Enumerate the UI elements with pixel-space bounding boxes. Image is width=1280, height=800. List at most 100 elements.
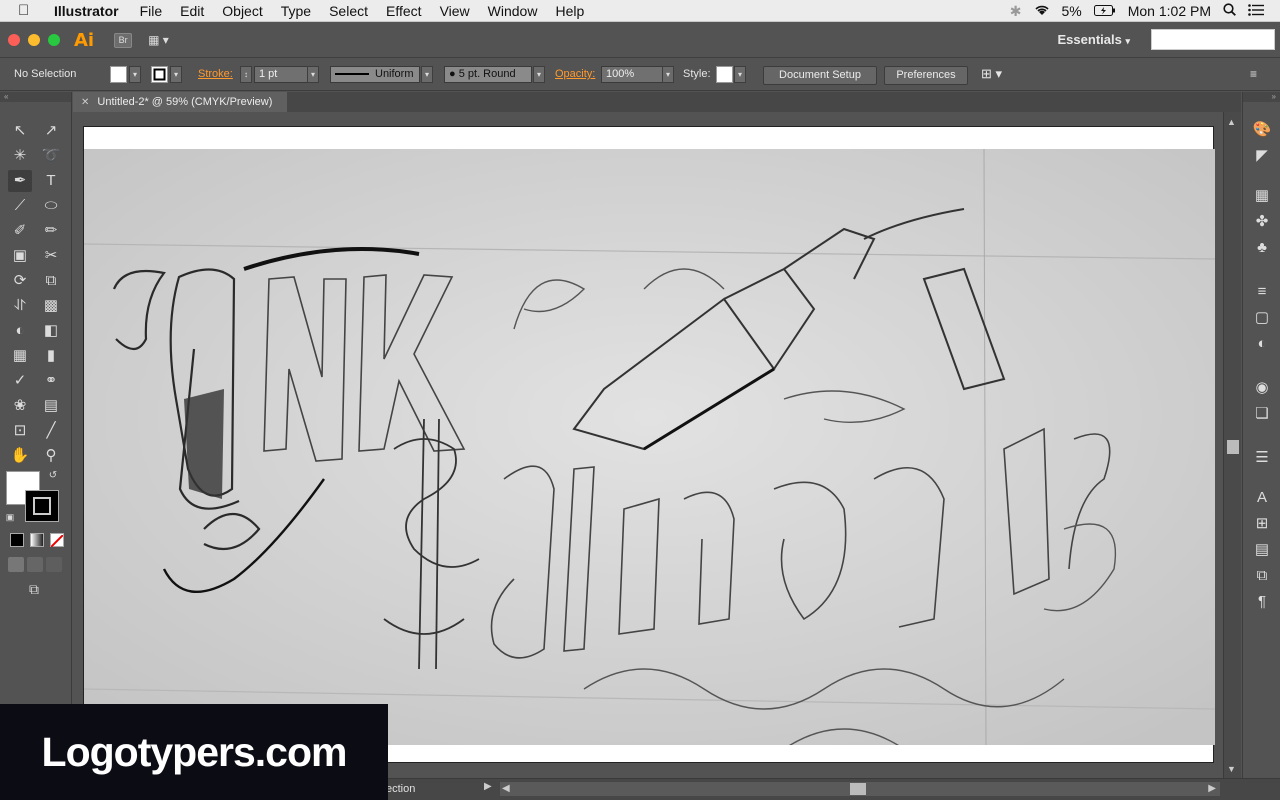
scroll-up-icon[interactable]: ▲ bbox=[1227, 117, 1236, 127]
menu-file[interactable]: File bbox=[131, 3, 172, 19]
eraser-tool-icon[interactable]: ▣ bbox=[8, 245, 32, 267]
preferences-button[interactable]: Preferences bbox=[884, 66, 968, 85]
symbols-panel-icon[interactable]: ♣ bbox=[1252, 238, 1272, 258]
canvas-area[interactable] bbox=[73, 112, 1223, 778]
notification-center-icon[interactable] bbox=[1248, 3, 1264, 19]
brush-definition[interactable]: ● 5 pt. Round bbox=[444, 66, 532, 83]
workspace-switcher[interactable]: Essentials ▾ bbox=[1058, 32, 1130, 47]
panel-menu-icon[interactable]: ≡ bbox=[1250, 67, 1257, 81]
fill-dropdown[interactable]: ▾ bbox=[129, 66, 141, 83]
fill-swatch[interactable] bbox=[110, 66, 127, 83]
color-mode-button[interactable] bbox=[10, 533, 24, 547]
scroll-left-icon[interactable]: ◀ bbox=[502, 783, 510, 794]
menu-view[interactable]: View bbox=[431, 3, 479, 19]
stroke-weight-dropdown[interactable]: ▾ bbox=[307, 66, 319, 83]
menu-window[interactable]: Window bbox=[479, 3, 547, 19]
menu-object[interactable]: Object bbox=[213, 3, 271, 19]
paintbrush-tool-icon[interactable]: ✐ bbox=[8, 220, 32, 242]
hand-tool-icon[interactable]: ✋ bbox=[8, 445, 32, 467]
wifi-icon[interactable] bbox=[1034, 3, 1050, 19]
gradient-panel-icon[interactable]: ▢ bbox=[1252, 308, 1272, 328]
variable-width-profile[interactable]: Uniform bbox=[330, 66, 420, 83]
lasso-tool-icon[interactable]: ➰ bbox=[39, 145, 63, 167]
blend-tool-icon[interactable]: ⚭ bbox=[39, 370, 63, 392]
placed-sketch-image[interactable] bbox=[84, 149, 1215, 745]
vertical-scrollbar[interactable]: ▲ ▼ bbox=[1223, 112, 1241, 778]
apple-icon[interactable]:  bbox=[18, 2, 40, 19]
pen-tool-icon[interactable]: ✒ bbox=[8, 170, 32, 192]
layers-panel-icon[interactable]: ☰ bbox=[1252, 448, 1272, 468]
status-menu-arrow-icon[interactable]: ▶ bbox=[484, 781, 492, 792]
perspective-grid-tool-icon[interactable]: ◧ bbox=[39, 320, 63, 342]
scroll-down-icon[interactable]: ▼ bbox=[1227, 764, 1236, 774]
shape-builder-tool-icon[interactable]: ◐ bbox=[8, 320, 32, 342]
bridge-button[interactable]: Br bbox=[114, 32, 133, 48]
transform-panel-icon[interactable]: ⊞ bbox=[1252, 514, 1272, 534]
color-guide-icon[interactable]: ◤ bbox=[1252, 146, 1272, 166]
draw-normal-icon[interactable] bbox=[8, 557, 24, 572]
document-setup-button[interactable]: Document Setup bbox=[763, 66, 877, 85]
direct-selection-tool-icon[interactable]: ↗ bbox=[39, 120, 63, 142]
gradient-tool-icon[interactable]: ▮ bbox=[39, 345, 63, 367]
stroke-dropdown[interactable]: ▾ bbox=[170, 66, 182, 83]
swatches-panel-icon[interactable]: ▦ bbox=[1252, 186, 1272, 206]
opacity-dropdown[interactable]: ▾ bbox=[662, 66, 674, 83]
document-tab[interactable]: ✕ Untitled-2* @ 59% (CMYK/Preview) bbox=[73, 92, 287, 112]
menu-select[interactable]: Select bbox=[320, 3, 377, 19]
rotate-tool-icon[interactable]: ⟳ bbox=[8, 270, 32, 292]
profile-dropdown[interactable]: ▾ bbox=[421, 66, 433, 83]
opacity-label[interactable]: Opacity: bbox=[555, 68, 595, 80]
stroke-panel-icon[interactable]: ≡ bbox=[1252, 282, 1272, 302]
horizontal-scroll-thumb[interactable] bbox=[850, 783, 866, 795]
minimize-window-button[interactable] bbox=[28, 34, 40, 46]
pencil-tool-icon[interactable]: ✏ bbox=[39, 220, 63, 242]
stroke-label[interactable]: Stroke: bbox=[198, 68, 233, 80]
brush-dropdown[interactable]: ▾ bbox=[533, 66, 545, 83]
stroke-weight-input[interactable]: 1 pt bbox=[254, 66, 308, 83]
none-mode-button[interactable] bbox=[50, 533, 64, 548]
bluetooth-icon[interactable]: ✱ bbox=[1010, 3, 1022, 20]
draw-behind-icon[interactable] bbox=[27, 557, 43, 572]
mesh-tool-icon[interactable]: ▦ bbox=[8, 345, 32, 367]
stroke-swatch[interactable] bbox=[151, 66, 168, 83]
paragraph-panel-icon[interactable]: ¶ bbox=[1252, 592, 1272, 612]
close-tab-icon[interactable]: ✕ bbox=[81, 97, 89, 108]
slice-tool-icon[interactable]: ╱ bbox=[39, 420, 63, 442]
magic-wand-tool-icon[interactable]: ✳ bbox=[8, 145, 32, 167]
type-tool-icon[interactable]: T bbox=[39, 170, 63, 192]
menu-effect[interactable]: Effect bbox=[377, 3, 431, 19]
collapse-tools-icon[interactable]: « bbox=[0, 92, 71, 102]
width-tool-icon[interactable]: ⥯ bbox=[8, 295, 32, 317]
artboard-tool-icon[interactable]: ⊡ bbox=[8, 420, 32, 442]
scissors-tool-icon[interactable]: ✂ bbox=[39, 245, 63, 267]
menu-help[interactable]: Help bbox=[546, 3, 593, 19]
swap-fill-stroke-icon[interactable]: ↺ bbox=[46, 469, 60, 483]
brushes-panel-icon[interactable]: ✤ bbox=[1252, 212, 1272, 232]
opacity-input[interactable]: 100% bbox=[601, 66, 663, 83]
line-segment-tool-icon[interactable]: ⟋ bbox=[8, 195, 32, 217]
expand-panels-icon[interactable]: » bbox=[1243, 92, 1280, 102]
screen-mode-icon[interactable]: ⧉ bbox=[22, 578, 46, 600]
menubar-clock[interactable]: Mon 1:02 PM bbox=[1128, 3, 1211, 19]
graphic-style-dropdown[interactable]: ▾ bbox=[734, 66, 746, 83]
artboard[interactable] bbox=[83, 126, 1215, 763]
stroke-stepper[interactable]: ↕ bbox=[240, 66, 252, 83]
ellipse-tool-icon[interactable]: ⬭ bbox=[39, 195, 63, 217]
stroke-color-box[interactable] bbox=[25, 490, 59, 522]
menu-edit[interactable]: Edit bbox=[171, 3, 213, 19]
spotlight-search-icon[interactable] bbox=[1223, 3, 1236, 19]
menu-type[interactable]: Type bbox=[272, 3, 320, 19]
graphic-styles-panel-icon[interactable]: ❏ bbox=[1252, 404, 1272, 424]
selection-tool-icon[interactable]: ↖ bbox=[8, 120, 32, 142]
help-search-input[interactable] bbox=[1151, 29, 1275, 50]
gradient-mode-button[interactable] bbox=[30, 533, 44, 547]
graphic-style-swatch[interactable] bbox=[716, 66, 733, 83]
free-transform-tool-icon[interactable]: ▩ bbox=[39, 295, 63, 317]
scroll-right-icon[interactable]: ▶ bbox=[1208, 783, 1216, 794]
menu-app-name[interactable]: Illustrator bbox=[40, 3, 131, 19]
arrange-documents-button[interactable]: ▦ ▾ bbox=[148, 33, 174, 48]
default-fill-stroke-icon[interactable]: ▣ bbox=[3, 510, 17, 524]
close-window-button[interactable] bbox=[8, 34, 20, 46]
scale-tool-icon[interactable]: ⧉ bbox=[39, 270, 63, 292]
color-panel-icon[interactable]: 🎨 bbox=[1252, 120, 1272, 140]
